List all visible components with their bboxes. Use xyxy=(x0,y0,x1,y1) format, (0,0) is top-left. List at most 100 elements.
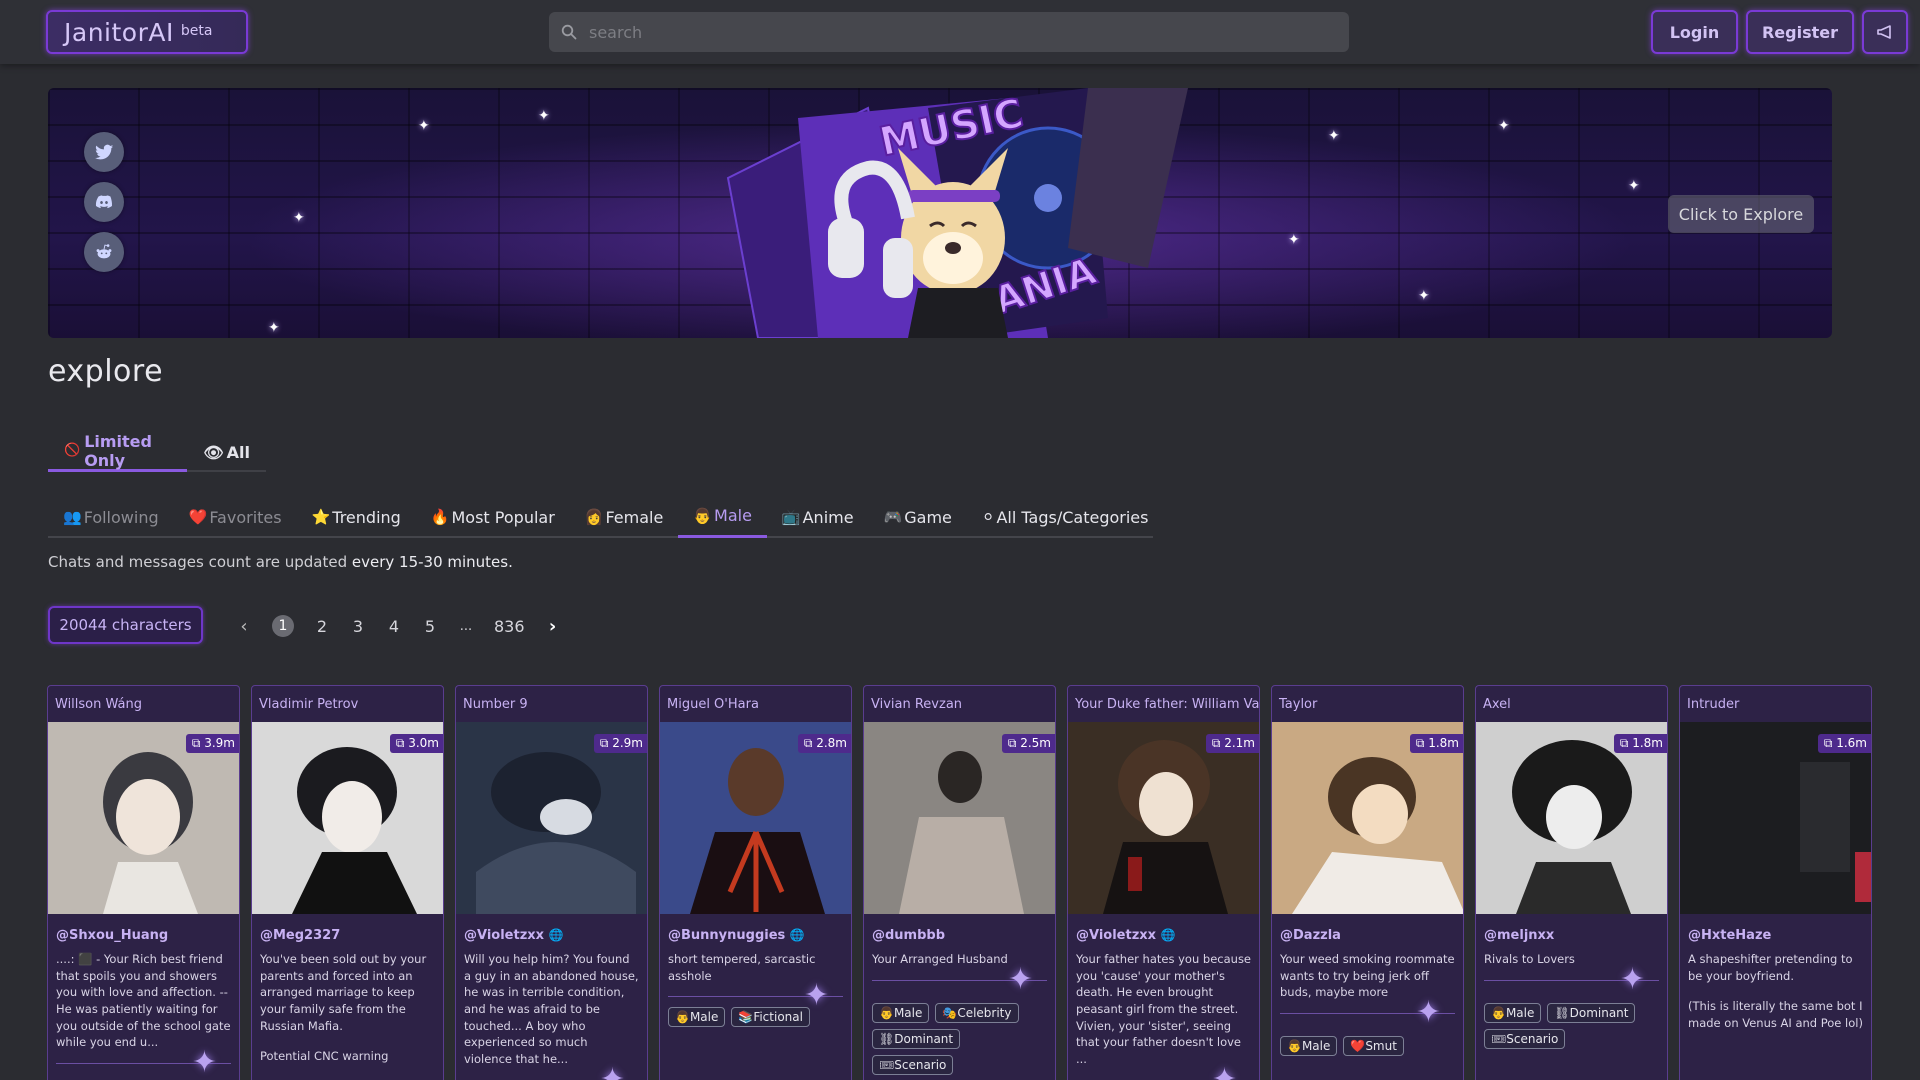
sparkle-decoration: ✦ xyxy=(418,118,430,134)
page-836-button[interactable]: 836 xyxy=(494,617,525,636)
character-count-badge: 20044 characters xyxy=(48,606,203,644)
tab-most-popular[interactable]: 🔥 Most Popular xyxy=(416,496,570,538)
creator-link[interactable]: @Violetzxx 🌐 xyxy=(1068,914,1259,943)
tag-male[interactable]: 👨Male xyxy=(1280,1036,1338,1057)
creator-link[interactable]: @Violetzxx 🌐 xyxy=(456,914,647,943)
tag-smut[interactable]: ❤️Smut xyxy=(1343,1036,1404,1057)
register-button[interactable]: Register xyxy=(1746,10,1854,54)
character-card[interactable]: Your Duke father: William Van ⧉ 2.1m @Vi… xyxy=(1067,685,1260,1080)
discord-link[interactable] xyxy=(84,182,124,222)
sparkle-decoration: ✦ xyxy=(268,320,280,336)
circle-icon: ⚪ xyxy=(981,508,995,526)
tab-anime[interactable]: 📺 Anime xyxy=(767,496,869,538)
tag-dominant[interactable]: ⛓Dominant xyxy=(1547,1002,1636,1023)
search-bar[interactable] xyxy=(549,12,1349,52)
tag-fictional[interactable]: 📚Fictional xyxy=(731,1007,810,1028)
character-name: Intruder xyxy=(1687,696,1740,712)
search-input[interactable] xyxy=(589,22,1329,42)
janitorai-logo[interactable]: JanitorAI beta xyxy=(46,10,248,54)
character-card[interactable]: Intruder ⧉ 1.6m @HxteHaze A shapeshifter… xyxy=(1679,685,1872,1080)
tab-game[interactable]: 🎮 Game xyxy=(869,496,967,538)
character-avatar: ⧉ 2.9m xyxy=(456,722,647,914)
next-page-button[interactable]: › xyxy=(545,616,561,637)
page-2-button[interactable]: 2 xyxy=(314,617,330,636)
tag-male[interactable]: 👨Male xyxy=(1484,1002,1542,1023)
creator-link[interactable]: @meljnxx xyxy=(1476,914,1667,943)
update-notice: Chats and messages count are updated eve… xyxy=(48,553,513,571)
character-card[interactable]: Taylor ⧉ 1.8m @Dazzla Your weed smoking … xyxy=(1271,685,1464,1080)
tab-female[interactable]: 👩 Female xyxy=(570,496,679,538)
tag-celebrity[interactable]: 🎭Celebrity xyxy=(935,1002,1019,1023)
tag-scenario[interactable]: 🎟Scenario xyxy=(1484,1028,1566,1049)
page-1-button[interactable]: 1 xyxy=(272,615,294,637)
character-avatar: ⧉ 3.9m xyxy=(48,722,239,914)
star-icon: ⭐ xyxy=(311,508,331,526)
featured-banner[interactable]: ✦ ✦ ✦ ✦ ✦ ✦ ✦ ✦ ✦ MUSIC MANIA Click to E… xyxy=(48,88,1832,338)
creator-name: @Dazzla xyxy=(1280,928,1341,943)
creator-link[interactable]: @Shxou_Huang xyxy=(48,914,239,943)
tab-label: Trending xyxy=(332,507,401,527)
creator-link[interactable]: @Dazzla xyxy=(1272,914,1463,943)
chat-count-badge: ⧉ 1.6m xyxy=(1817,734,1871,753)
tab-following[interactable]: 👥 Following xyxy=(48,496,174,538)
character-card[interactable]: Vladimir Petrov ⧉ 3.0m @Meg2327 You've b… xyxy=(251,685,444,1080)
chat-icon: ⧉ xyxy=(1007,736,1021,750)
fire-icon: 🔥 xyxy=(430,508,450,526)
eye-off-icon: 🚫 xyxy=(64,443,81,458)
tag-dominant[interactable]: ⛓Dominant xyxy=(872,1028,961,1049)
character-card[interactable]: Axel ⧉ 1.8m @meljnxx Rivals to Lovers ✦ … xyxy=(1475,685,1668,1080)
tab-favorites[interactable]: ❤️ Favorites xyxy=(174,496,297,538)
announcements-button[interactable] xyxy=(1862,10,1908,54)
tab-limited-only[interactable]: 🚫 Limited Only xyxy=(48,431,188,472)
card-divider: ✦ xyxy=(1280,998,1455,1028)
chat-icon: ⧉ xyxy=(1211,736,1225,750)
tab-label: Limited Only xyxy=(84,431,152,470)
character-card[interactable]: Willson Wáng ⧉ 3.9m @Shxou_Huang ....: ⬛… xyxy=(47,685,240,1080)
tab-label: Game xyxy=(904,507,952,527)
tab-all-tags[interactable]: ⚪ All Tags/Categories xyxy=(967,496,1164,538)
sparkle-decoration: ✦ xyxy=(1328,128,1340,144)
page-ellipsis: ... xyxy=(459,618,473,634)
creator-link[interactable]: @Bunnynuggies 🌐 xyxy=(660,914,851,943)
prev-page-button[interactable]: ‹ xyxy=(236,616,252,637)
tab-trending[interactable]: ⭐ Trending xyxy=(297,496,416,538)
character-description: Your weed smoking roommate wants to try … xyxy=(1280,952,1455,1000)
tab-all[interactable]: 👁 All xyxy=(187,432,266,472)
creator-link[interactable]: @Meg2327 xyxy=(252,914,443,943)
tab-male[interactable]: 👨 Male xyxy=(678,496,767,538)
page-5-button[interactable]: 5 xyxy=(422,617,438,636)
card-divider: ✦ xyxy=(668,981,843,1011)
chat-count: 2.5m xyxy=(1020,736,1051,750)
character-card[interactable]: Vivian Revzan ⧉ 2.5m @dumbbb Your Arrang… xyxy=(863,685,1056,1080)
discord-icon xyxy=(95,195,113,209)
character-avatar: ⧉ 2.1m xyxy=(1068,722,1259,914)
character-description: A shapeshifter pretending to be your boy… xyxy=(1688,952,1853,983)
character-name: Number 9 xyxy=(463,696,528,712)
creator-name: @Bunnynuggies xyxy=(668,928,786,943)
character-avatar: ⧉ 1.8m xyxy=(1272,722,1463,914)
tag-male[interactable]: 👨Male xyxy=(872,1002,930,1023)
reddit-link[interactable] xyxy=(84,232,124,272)
login-button[interactable]: Login xyxy=(1651,10,1738,54)
megaphone-icon xyxy=(1877,25,1891,39)
sparkle-icon: ✦ xyxy=(803,978,829,1014)
character-name: Willson Wáng xyxy=(55,696,142,712)
character-description: ....: ⬛ - Your Rich best friend that spo… xyxy=(56,952,231,1050)
chat-count: 1.8m xyxy=(1428,736,1459,750)
character-card[interactable]: Miguel O'Hara ⧉ 2.8m @Bunnynuggies 🌐 sho… xyxy=(659,685,852,1080)
creator-link[interactable]: @dumbbb xyxy=(864,914,1055,943)
character-name: Vladimir Petrov xyxy=(259,696,359,712)
pagination: ‹ 1 2 3 4 5 ... 836 › xyxy=(226,611,571,641)
tag-male[interactable]: 👨Male xyxy=(668,1007,726,1028)
page-4-button[interactable]: 4 xyxy=(386,617,402,636)
sparkle-icon: ✦ xyxy=(1211,1061,1237,1080)
woman-icon: 👩 xyxy=(584,508,604,526)
character-card[interactable]: Number 9 ⧉ 2.9m @Violetzxx 🌐 Will you he… xyxy=(455,685,648,1080)
twitter-link[interactable] xyxy=(84,132,124,172)
tag-scenario[interactable]: 🎟Scenario xyxy=(872,1054,954,1075)
search-icon xyxy=(561,24,577,40)
click-to-explore-button[interactable]: Click to Explore xyxy=(1668,195,1814,233)
sparkle-icon: ✦ xyxy=(1619,961,1645,997)
page-3-button[interactable]: 3 xyxy=(350,617,366,636)
creator-link[interactable]: @HxteHaze xyxy=(1680,914,1871,943)
